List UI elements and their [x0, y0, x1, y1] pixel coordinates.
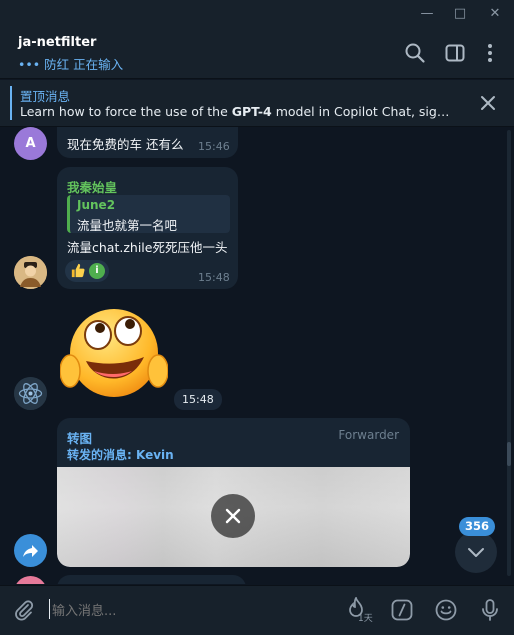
avatar[interactable] — [14, 576, 47, 584]
message-title: 转图 — [67, 431, 93, 446]
forwarded-from[interactable]: 转发的消息: Kevin — [67, 446, 174, 463]
pinned-accent-bar — [10, 86, 12, 120]
pinned-text: Learn how to force the use of the GPT-4 … — [20, 104, 450, 119]
message-input[interactable] — [50, 600, 324, 622]
sender-name[interactable]: 我秦始皇 — [67, 177, 117, 196]
more-vertical-icon[interactable] — [479, 42, 501, 64]
chat-title: ja-netfilter — [18, 35, 97, 50]
emoji-icon[interactable] — [434, 598, 458, 622]
close-icon — [225, 508, 241, 524]
pinned-text-part: model in Copilot Chat, significa... — [275, 104, 450, 119]
typing-status: ••• 防红 正在输入 — [18, 57, 124, 72]
sidebar-toggle-icon[interactable] — [444, 42, 466, 64]
scrollbar-track[interactable] — [507, 130, 511, 576]
thumbs-up-icon — [71, 263, 85, 278]
close-icon[interactable] — [478, 93, 498, 113]
reply-quote[interactable]: June2 流量也就第一名吧 — [67, 195, 230, 233]
blurred-image[interactable] — [57, 467, 410, 567]
message-text: 流量chat.zhile死死压他一头 — [67, 240, 228, 255]
slash-command-icon[interactable] — [390, 598, 414, 622]
chat-header[interactable]: ja-netfilter ••• 防红 正在输入 — [0, 26, 514, 79]
unread-count-badge: 356 — [459, 517, 496, 536]
cancel-download-button[interactable] — [211, 494, 255, 538]
forwarded-message[interactable]: 转图 Forwarder 转发的消息: Kevin — [57, 418, 410, 567]
pinned-text-part: Learn how to force the use of the — [20, 104, 232, 119]
search-icon[interactable] — [404, 42, 426, 64]
avatar[interactable] — [14, 377, 47, 410]
face-with-rolling-eyes-sticker[interactable] — [60, 305, 168, 405]
scroll-to-bottom-button[interactable] — [455, 531, 497, 573]
message-time: 15:48 — [198, 271, 230, 284]
pinned-title: 置顶消息 — [20, 89, 71, 104]
minimize-button[interactable]: — — [410, 0, 444, 26]
close-window-button[interactable]: ✕ — [478, 0, 512, 26]
avatar[interactable]: A — [14, 127, 47, 160]
quote-text: 流量也就第一名吧 — [77, 218, 178, 233]
message-composer: 1天 — [0, 585, 514, 635]
reactor-avatar: i — [89, 263, 105, 279]
maximize-button[interactable]: □ — [443, 0, 477, 26]
via-bot[interactable]: Forwarder — [338, 428, 399, 442]
message-bubble[interactable]: 现在免费的车 还有么 15:46 — [57, 127, 238, 158]
pinned-message[interactable]: 置顶消息 Learn how to force the use of the G… — [0, 80, 514, 127]
quote-author: June2 — [77, 198, 116, 212]
message-bubble[interactable] — [57, 575, 246, 584]
chevron-down-icon — [468, 548, 484, 557]
message-bubble[interactable]: 我秦始皇 June2 流量也就第一名吧 流量chat.zhile死死压他一头 i… — [57, 167, 238, 289]
reaction-badge[interactable]: i — [65, 260, 109, 282]
sticker-time: 15:48 — [174, 389, 222, 410]
user-portrait-icon — [14, 256, 47, 289]
message-time: 15:46 — [198, 140, 230, 153]
message-feed[interactable]: A 现在免费的车 还有么 15:46 我秦始皇 June2 流量也就第一名吧 流… — [0, 127, 514, 584]
avatar[interactable] — [14, 256, 47, 289]
attach-icon[interactable] — [12, 598, 36, 622]
forward-arrow-icon — [22, 544, 38, 557]
scrollbar-thumb[interactable] — [507, 442, 511, 466]
forward-label: 转发的消息: — [67, 448, 132, 462]
timer-label: 1天 — [358, 614, 373, 624]
atom-logo-icon — [14, 377, 47, 410]
microphone-icon[interactable] — [478, 598, 502, 622]
pinned-text-bold: GPT-4 — [231, 104, 272, 119]
forward-source: Kevin — [136, 448, 174, 462]
message-text: 现在免费的车 还有么 — [67, 137, 184, 152]
share-button[interactable] — [14, 534, 47, 567]
window-titlebar: — □ ✕ — [0, 0, 514, 26]
self-destruct-timer-button[interactable]: 1天 — [346, 595, 376, 625]
